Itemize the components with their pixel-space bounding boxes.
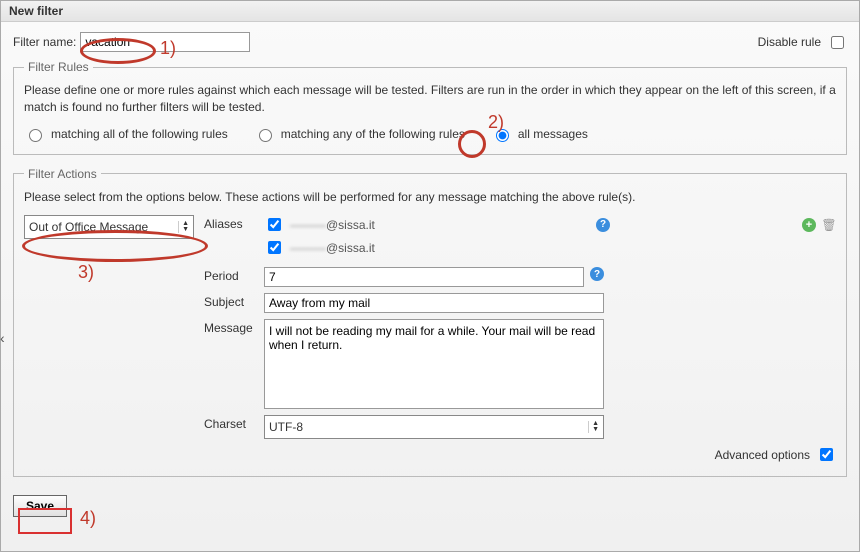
filter-name-row: Filter name: Disable rule: [13, 32, 847, 52]
window-title: New filter: [1, 1, 859, 22]
help-icon[interactable]: ?: [590, 267, 604, 281]
filter-actions-fieldset: Filter Actions Please select from the op…: [13, 167, 847, 478]
rules-radio-all[interactable]: matching all of the following rules: [24, 126, 228, 142]
rules-radio-allmsg-label: all messages: [518, 127, 588, 141]
disable-rule-label: Disable rule: [758, 35, 821, 49]
select-stepper-icon: ▲▼: [178, 221, 189, 233]
filter-name-label: Filter name:: [13, 35, 76, 49]
alias-address: @sissa.it: [326, 218, 375, 232]
rules-radio-allmsg[interactable]: all messages: [491, 126, 588, 142]
alias-address: @sissa.it: [326, 241, 375, 255]
filter-actions-help: Please select from the options below. Th…: [24, 189, 836, 206]
add-icon[interactable]: +: [802, 218, 816, 232]
action-type-value: Out of Office Message: [29, 220, 148, 234]
filter-rules-help: Please define one or more rules against …: [24, 82, 836, 116]
alias-checkbox[interactable]: [268, 218, 281, 231]
subject-label: Subject: [204, 293, 264, 309]
rules-radio-any[interactable]: matching any of the following rules: [254, 126, 465, 142]
action-form: Aliases ———@sissa.it ? + 🗑: [204, 215, 836, 464]
period-input[interactable]: [264, 267, 584, 287]
alias-row: ———@sissa.it ? + 🗑: [264, 215, 836, 234]
message-label: Message: [204, 319, 264, 335]
disable-rule-checkbox[interactable]: [831, 36, 844, 49]
rules-radio-allmsg-input[interactable]: [496, 129, 509, 142]
advanced-options-label: Advanced options: [715, 448, 810, 462]
rules-radio-all-label: matching all of the following rules: [51, 127, 228, 141]
advanced-options-checkbox[interactable]: [820, 448, 833, 461]
save-button[interactable]: Save: [13, 495, 67, 517]
message-textarea[interactable]: [264, 319, 604, 409]
filter-rules-legend: Filter Rules: [24, 60, 93, 74]
alias-checkbox[interactable]: [268, 241, 281, 254]
actions-body: Out of Office Message ▲▼ Aliases ———@sis…: [24, 215, 836, 464]
subject-input[interactable]: [264, 293, 604, 313]
alias-row: ———@sissa.it: [264, 238, 836, 257]
trash-icon[interactable]: 🗑: [822, 218, 836, 232]
rules-radio-any-label: matching any of the following rules: [281, 127, 465, 141]
charset-label: Charset: [204, 415, 264, 431]
help-icon[interactable]: ?: [596, 218, 610, 232]
aliases-label: Aliases: [204, 215, 264, 231]
select-stepper-icon: ▲▼: [588, 421, 599, 433]
period-label: Period: [204, 267, 264, 283]
charset-value: UTF-8: [269, 420, 303, 434]
action-type-select[interactable]: Out of Office Message ▲▼: [24, 215, 194, 239]
filter-actions-legend: Filter Actions: [24, 167, 101, 181]
filter-name-input[interactable]: [80, 32, 250, 52]
filter-rules-fieldset: Filter Rules Please define one or more r…: [13, 60, 847, 155]
window-content: Filter name: Disable rule Filter Rules P…: [1, 22, 859, 527]
rules-radio-any-input[interactable]: [259, 129, 272, 142]
rules-radio-all-input[interactable]: [29, 129, 42, 142]
left-caret-icon: ‹: [0, 330, 5, 346]
rules-radio-row: matching all of the following rules matc…: [24, 126, 836, 142]
filter-window: New filter Filter name: Disable rule Fil…: [0, 0, 860, 552]
charset-select[interactable]: UTF-8 ▲▼: [264, 415, 604, 439]
